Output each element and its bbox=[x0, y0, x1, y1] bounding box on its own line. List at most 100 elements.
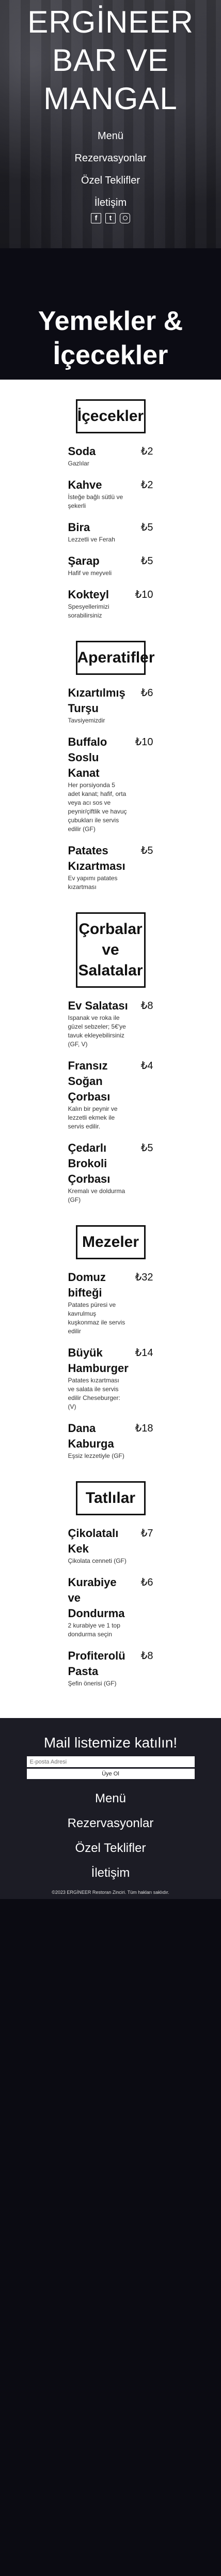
menu-item: Dana Kaburga ₺18 Eşsiz lezzetiyle (GF) bbox=[68, 1421, 153, 1460]
item-name: Çikolatalı Kek bbox=[68, 1527, 119, 1555]
item-name: Patates Kızartması bbox=[68, 844, 125, 872]
item-name: Soda bbox=[68, 445, 96, 458]
email-input[interactable] bbox=[26, 1756, 195, 1767]
item-description: Gazlılar bbox=[68, 460, 89, 467]
signup-title: Mail listemize katılın! bbox=[43, 1735, 178, 1751]
menu-item: Şarap ₺5 Hafif ve meyveli bbox=[68, 553, 153, 578]
item-name: Fransız Soğan Çorbası bbox=[68, 1059, 110, 1103]
menu-items: Soda ₺2 Gazlılar Kahve ₺2 İsteğe bağlı sütlü … bbox=[68, 444, 153, 620]
menu-section: İçecekler Soda ₺2 Gazlılar Kahve ₺2 İsteğe bağ… bbox=[0, 399, 221, 620]
menu-item: Çedarlı Brokoli Çorbası ₺5 Kremalı ve dold… bbox=[68, 1140, 153, 1204]
menu-items: Ev Salatası ₺8 Ispanak ve roka ile güzel s… bbox=[68, 998, 153, 1204]
item-name: Çedarlı Brokoli Çorbası bbox=[68, 1141, 110, 1185]
menu-section: Çorbalar ve Salatalar Ev Salatası ₺8 Ispana… bbox=[0, 912, 221, 1204]
item-description: Ispanak ve roka ile güzel sebzeler; 5€'y… bbox=[68, 1014, 126, 1048]
item-price: ₺14 bbox=[135, 1347, 153, 1359]
item-name: Kahve bbox=[68, 478, 102, 491]
menu-item: Çikolatalı Kek ₺7 Çikolata cenneti (GF) bbox=[68, 1526, 153, 1565]
item-price: ₺18 bbox=[135, 1423, 153, 1434]
item-name: Buffalo Soslu Kanat bbox=[68, 735, 107, 779]
brand-title: ERGİNEER BAR VE MANGAL bbox=[27, 5, 194, 116]
menu-item: Büyük Hamburger ₺14 Patates kızartması ve … bbox=[68, 1345, 153, 1411]
item-price: ₺5 bbox=[140, 555, 153, 567]
menu-list: İçecekler Soda ₺2 Gazlılar Kahve ₺2 İsteğe bağ… bbox=[0, 380, 221, 1718]
menu-item: Patates Kızartması ₺5 Ev yapımı patates kı… bbox=[68, 843, 153, 892]
menu-item: Fransız Soğan Çorbası ₺4 Kalın bir peynir … bbox=[68, 1058, 153, 1131]
nav-link-special-offers[interactable]: Özel Teklifler bbox=[0, 173, 221, 188]
twitter-icon[interactable]: t bbox=[105, 213, 116, 223]
nav-link-contact[interactable]: İletişim bbox=[0, 195, 221, 210]
subscribe-button[interactable]: Üye Ol bbox=[26, 1769, 195, 1779]
signup-form: Üye Ol bbox=[26, 1756, 195, 1779]
menu-items: Kızartılmış Turşu ₺6 Tavsiyemizdir Buffalo … bbox=[68, 685, 153, 892]
item-price: ₺5 bbox=[140, 522, 153, 533]
item-price: ₺5 bbox=[140, 1142, 153, 1154]
menu-item: Kahve ₺2 İsteğe bağlı sütlü ve şekerli bbox=[68, 477, 153, 510]
menu-item: Soda ₺2 Gazlılar bbox=[68, 444, 153, 468]
nav-link-reservations[interactable]: Rezervasyonlar bbox=[0, 150, 221, 166]
section-heading: Tatlılar bbox=[75, 1481, 146, 1515]
section-heading: Aperatifler bbox=[75, 641, 155, 675]
menu-item: Kurabiye ve Dondurma ₺6 2 kurabiye ve 1 to… bbox=[68, 1575, 153, 1639]
item-name: Bira bbox=[68, 521, 90, 534]
main-nav: Menü Rezervasyonlar Özel Teklifler İleti… bbox=[0, 128, 221, 210]
item-price: ₺2 bbox=[140, 479, 153, 491]
item-name: Domuz bifteği bbox=[68, 1271, 106, 1299]
item-description: Patates kızartması ve salata ile servis … bbox=[68, 1377, 120, 1410]
menu-section: Aperatifler Kızartılmış Turşu ₺6 Tavsiyemiz… bbox=[0, 641, 221, 892]
menu-item: Buffalo Soslu Kanat ₺10 Her porsiyonda 5 a… bbox=[68, 734, 153, 834]
menu-item: Bira ₺5 Lezzetli ve Ferah bbox=[68, 520, 153, 544]
facebook-icon[interactable]: f bbox=[91, 213, 101, 223]
menu-item: Domuz bifteği ₺32 Patates püresi ve kavrul… bbox=[68, 1270, 153, 1336]
item-name: Profiterolü Pasta bbox=[68, 1649, 125, 1678]
hero-banner: ERGİNEER BAR VE MANGAL Menü Rezervasyonl… bbox=[0, 0, 221, 248]
footer-link-contact[interactable]: İletişim bbox=[0, 1865, 221, 1881]
menu-section: Tatlılar Çikolatalı Kek ₺7 Çikolata cenneti… bbox=[0, 1481, 221, 1688]
footer-nav: Menü Rezervasyonlar Özel Teklifler İleti… bbox=[0, 1790, 221, 1881]
item-description: Hafif ve meyveli bbox=[68, 569, 112, 577]
item-name: Şarap bbox=[68, 554, 100, 567]
item-description: Çikolata cenneti (GF) bbox=[68, 1557, 127, 1564]
item-price: ₺7 bbox=[140, 1528, 153, 1539]
item-price: ₺10 bbox=[135, 589, 153, 600]
item-price: ₺4 bbox=[140, 1060, 153, 1072]
item-price: ₺8 bbox=[140, 1650, 153, 1662]
section-heading: Çorbalar ve Salatalar bbox=[75, 912, 146, 988]
item-description: Her porsiyonda 5 adet kanat; hafif, orta… bbox=[68, 781, 127, 833]
item-price: ₺32 bbox=[135, 1272, 153, 1283]
footer-link-menu[interactable]: Menü bbox=[0, 1790, 221, 1807]
nav-link-menu[interactable]: Menü bbox=[0, 128, 221, 144]
footer-link-reservations[interactable]: Rezervasyonlar bbox=[0, 1815, 221, 1832]
item-description: Spesyellerimizi sorabilirsiniz bbox=[68, 603, 109, 619]
item-description: Lezzetli ve Ferah bbox=[68, 536, 115, 543]
instagram-icon[interactable] bbox=[120, 213, 130, 223]
menu-item: Kızartılmış Turşu ₺6 Tavsiyemizdir bbox=[68, 685, 153, 725]
item-description: İsteğe bağlı sütlü ve şekerli bbox=[68, 493, 123, 509]
item-description: Eşsiz lezzetiyle (GF) bbox=[68, 1452, 124, 1459]
dark-spacer bbox=[0, 248, 221, 304]
menu-items: Çikolatalı Kek ₺7 Çikolata cenneti (GF) Kur… bbox=[68, 1526, 153, 1688]
item-name: Büyük Hamburger bbox=[68, 1346, 129, 1375]
item-price: ₺5 bbox=[140, 845, 153, 856]
item-price: ₺8 bbox=[140, 1000, 153, 1012]
copyright-text: ©2023 ERGİNEER Restoran Zinciri. Tüm hak… bbox=[52, 1890, 169, 1895]
item-description: Tavsiyemizdir bbox=[68, 717, 105, 724]
menu-items: Domuz bifteği ₺32 Patates püresi ve kavrul… bbox=[68, 1270, 153, 1460]
menu-item: Kokteyl ₺10 Spesyellerimizi sorabilirsiniz bbox=[68, 587, 153, 620]
footer-link-special-offers[interactable]: Özel Teklifler bbox=[0, 1840, 221, 1857]
menu-title: Yemekler & İçecekler bbox=[0, 304, 221, 380]
item-price: ₺6 bbox=[140, 1577, 153, 1588]
item-name: Kokteyl bbox=[68, 588, 109, 601]
social-links: f t bbox=[0, 213, 221, 223]
item-description: Ev yapımı patates kızartması bbox=[68, 875, 118, 891]
item-description: Patates püresi ve kavrulmuş kuşkonmaz il… bbox=[68, 1301, 125, 1335]
menu-item: Ev Salatası ₺8 Ispanak ve roka ile güzel s… bbox=[68, 998, 153, 1049]
item-price: ₺10 bbox=[135, 736, 153, 748]
item-name: Kızartılmış Turşu bbox=[68, 686, 125, 715]
item-description: 2 kurabiye ve 1 top dondurma seçin bbox=[68, 1622, 120, 1638]
item-price: ₺2 bbox=[140, 446, 153, 457]
item-name: Ev Salatası bbox=[68, 999, 128, 1012]
footer: Mail listemize katılın! Üye Ol Menü Reze… bbox=[0, 1718, 221, 1899]
section-heading: İçecekler bbox=[75, 399, 146, 433]
item-name: Kurabiye ve Dondurma bbox=[68, 1576, 125, 1620]
